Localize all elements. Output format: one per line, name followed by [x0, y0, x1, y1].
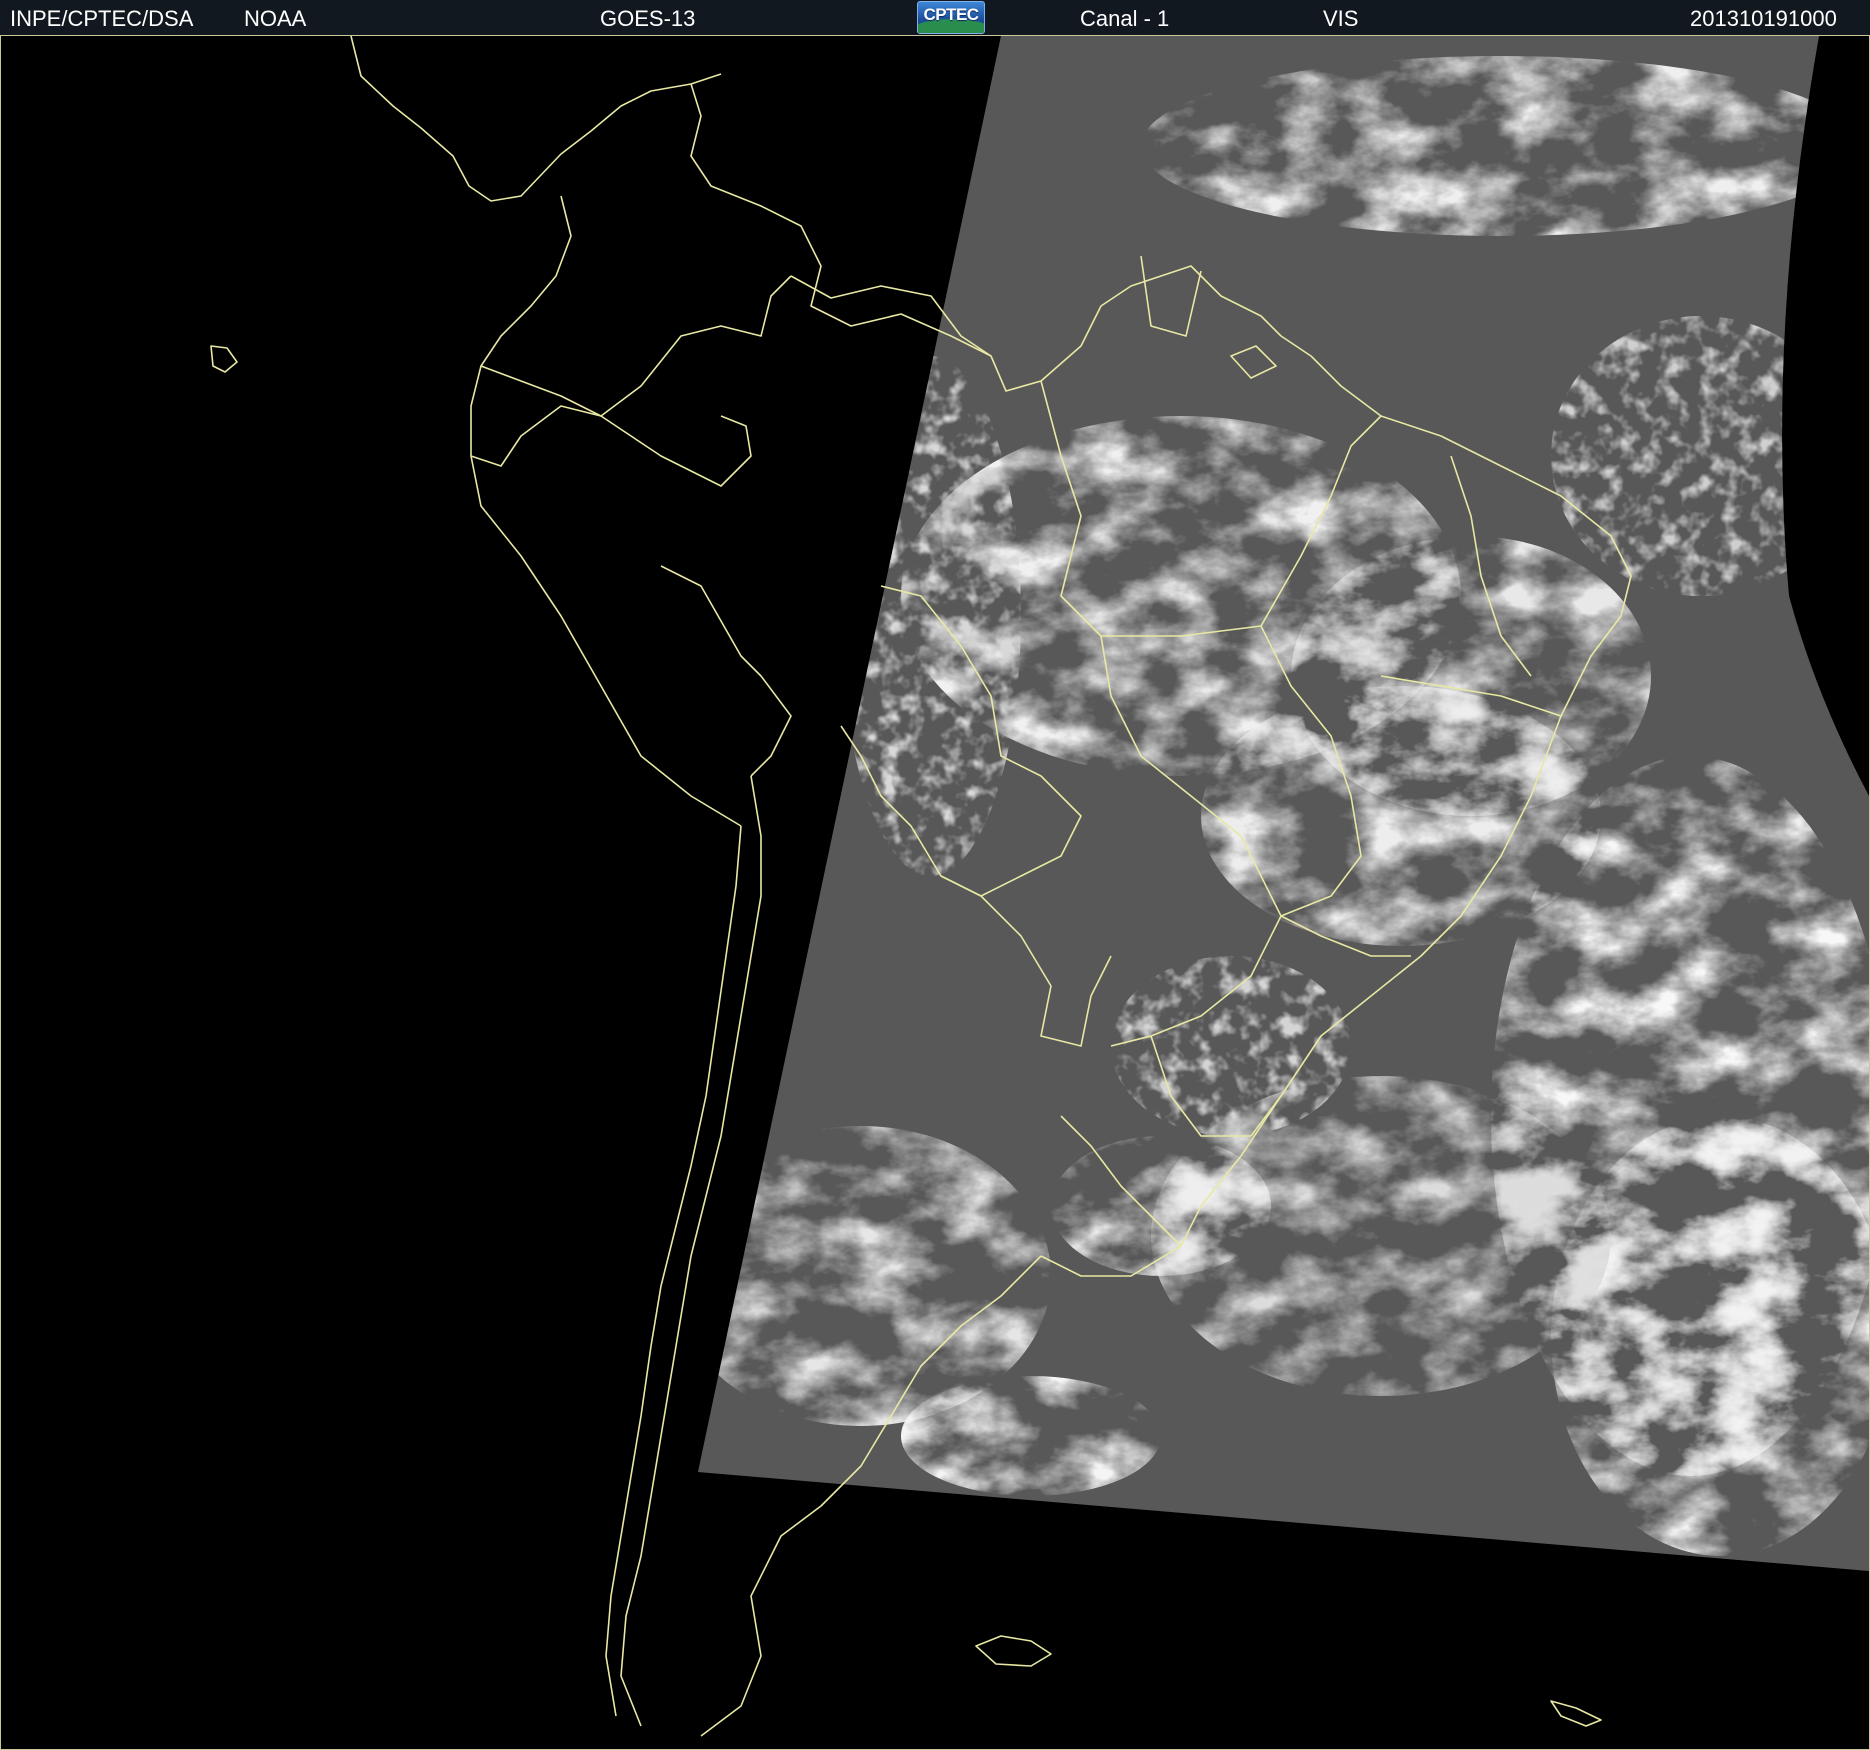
- agency-label: NOAA: [244, 6, 307, 31]
- satellite-image-panel: [0, 36, 1870, 1750]
- channel-label: Canal - 1: [1080, 6, 1170, 31]
- cptec-logo-icon: CPTEC: [917, 1, 985, 34]
- border-ecuador: [470, 365, 602, 467]
- island-galapagos: [210, 345, 238, 373]
- border-chile-argentina: [620, 775, 762, 1727]
- cloud-mass-andes-west: [841, 356, 1021, 876]
- border-colombia: [480, 195, 792, 417]
- cloud-layer: [698, 36, 1869, 1571]
- border-peru-coast: [470, 455, 742, 827]
- logo-text: CPTEC: [923, 5, 979, 24]
- satellite-map: [210, 36, 1869, 1737]
- border-chile-coast: [605, 825, 742, 1717]
- datetime-label: 201310191000: [1690, 6, 1837, 31]
- border-peru-brazil: [600, 415, 752, 487]
- cloud-mass-rio-de-la-plata: [1051, 1136, 1271, 1276]
- border-central-america: [350, 36, 722, 202]
- band-label: VIS: [1323, 6, 1359, 31]
- image-header: INPE/CPTEC/DSA NOAA GOES-13 CPTEC Canal …: [0, 0, 1870, 36]
- satellite-label: GOES-13: [600, 6, 696, 31]
- cloud-mass-atlantic-east: [1551, 316, 1851, 596]
- border-peru-east: [660, 565, 792, 777]
- cloud-mass-north-atlantic: [1141, 56, 1861, 236]
- institution-label: INPE/CPTEC/DSA: [10, 6, 194, 31]
- island-falklands: [975, 1635, 1052, 1667]
- island-south-georgia: [1550, 1700, 1602, 1727]
- cloud-mass-patagonia: [901, 1376, 1161, 1496]
